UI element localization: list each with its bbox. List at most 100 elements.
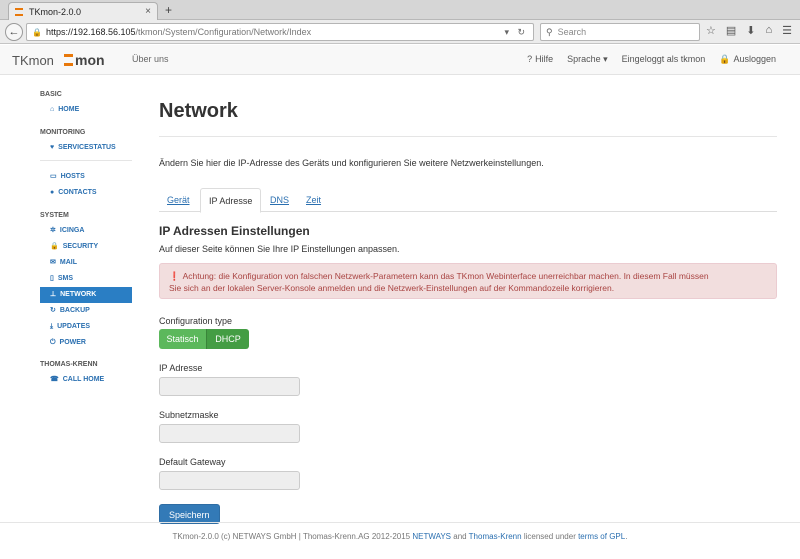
ip-address-label: IP Adresse [159, 363, 203, 373]
new-tab-button[interactable]: + [165, 3, 172, 17]
help-icon: ? [527, 54, 533, 64]
alert-text-2: Sie sich an der lokalen Server-Konsole a… [169, 283, 615, 293]
ip-address-input[interactable] [159, 377, 300, 396]
sidebar-item-icinga[interactable]: ✲ ICINGA [40, 223, 132, 239]
reading-list-icon[interactable]: ▤ [726, 24, 736, 37]
option-statisch[interactable]: Statisch [159, 329, 206, 349]
sidebar-section-thomas-krenn: THOMAS-KRENN [40, 361, 98, 368]
sidebar-item-mail[interactable]: ✉ MAIL [40, 255, 132, 271]
download-icon[interactable]: ⬇ [746, 24, 755, 37]
tab-bar: Gerät IP Adresse DNS Zeit [159, 188, 777, 213]
about-link[interactable]: Über uns [132, 54, 169, 64]
sidebar-item-call-home[interactable]: ☎ CALL HOME [40, 372, 132, 388]
user-icon: ● [50, 189, 55, 196]
page-title: Network [159, 100, 238, 122]
tab-dns[interactable]: DNS [262, 188, 297, 212]
sidebar-item-updates[interactable]: ⤓ UPDATES [40, 319, 132, 335]
download-icon: ⤓ [50, 323, 54, 330]
heart-icon: ♥ [50, 144, 55, 151]
footer-text: and [451, 532, 469, 541]
lock-icon: 🔒 [32, 27, 42, 37]
help-label: Hilfe [535, 54, 554, 64]
tab-zeit[interactable]: Zeit [298, 188, 329, 212]
lock-icon: 🔒 [719, 54, 731, 64]
tkmon-logo: mon [64, 52, 105, 68]
sidebar-item-security[interactable]: 🔒 SECURITY [40, 239, 132, 255]
sidebar-item-contacts[interactable]: ● CONTACTS [40, 185, 132, 201]
footer-link-thomas-krenn[interactable]: Thomas-Krenn [469, 532, 522, 541]
config-type-toggle[interactable]: Statisch DHCP [159, 329, 249, 349]
sidebar-item-hosts[interactable]: ▭ HOSTS [40, 169, 132, 185]
main-content: Network Ändern Sie hier die IP-Adresse d… [159, 96, 777, 524]
help-link[interactable]: ? Hilfe [527, 54, 553, 65]
footer-link-netways[interactable]: NETWAYS [412, 532, 451, 541]
sidebar-item-backup[interactable]: ↻ BACKUP [40, 303, 132, 319]
sidebar-item-label: SERVICESTATUS [58, 144, 116, 151]
tab-close-icon[interactable]: × [145, 6, 151, 17]
envelope-icon: ✉ [50, 259, 56, 266]
footer-link-gpl[interactable]: terms of GPL [578, 532, 625, 541]
phone-icon: ▯ [50, 275, 54, 282]
option-dhcp[interactable]: DHCP [206, 329, 249, 349]
exclamation-icon: ❗ [169, 271, 180, 281]
reload-icon[interactable]: ▾ ↻ [504, 27, 528, 38]
search-icon: ⚲ [546, 26, 553, 37]
alert-text-1: Achtung: die Konfiguration von falschen … [182, 271, 709, 281]
url-host: https://192.168.56.105 [45, 27, 136, 37]
intro-text: Ändern Sie hier die IP-Adresse des Gerät… [159, 158, 544, 168]
sidebar-section-basic: BASIC [40, 91, 62, 98]
tab-ip-adresse[interactable]: IP Adresse [200, 188, 262, 213]
logged-in-label: Eingeloggt als tkmon [621, 54, 706, 64]
sidebar-item-sms[interactable]: ▯ SMS [40, 271, 132, 287]
section-heading: IP Adressen Einstellungen [159, 224, 310, 238]
sidebar-item-home[interactable]: ⌂ HOME [40, 102, 132, 118]
footer-text: TKmon-2.0.0 (c) NETWAYS GmbH | Thomas-Kr… [172, 532, 413, 541]
sidebar-item-label: CALL HOME [62, 376, 105, 383]
lock-icon: 🔒 [50, 243, 59, 250]
sidebar-item-power[interactable]: ⏻ POWER [40, 335, 132, 351]
sidebar-item-servicestatus[interactable]: ♥ SERVICESTATUS [40, 140, 132, 156]
brand-name[interactable]: TKmon [12, 53, 54, 68]
sidebar: BASIC ⌂ HOME MONITORING ♥ SERVICESTATUS ▭ H… [40, 88, 132, 388]
sidebar-item-label: MAIL [59, 259, 77, 266]
sidebar-item-label: NETWORK [60, 291, 97, 298]
sidebar-item-network[interactable]: ⊥ NETWORK [40, 287, 132, 303]
footer-text: licensed under [521, 532, 579, 541]
app-header: TKmon mon Über uns ? Hilfe Sprache ▾ Eing… [0, 45, 800, 75]
browser-toolbar-icons: ☆ ▤ ⬇ ⌂ ☰ [706, 24, 792, 37]
header-right-menu: ? Hilfe Sprache ▾ Eingeloggt als tkmon 🔒 A… [527, 54, 776, 65]
sidebar-item-label: SMS [57, 275, 74, 282]
sidebar-section-system: SYSTEM [40, 212, 69, 219]
browser-tab-bar: TKmon-2.0.0 × + [0, 0, 800, 20]
url-bar[interactable]: 🔒 https://192.168.56.105 /tkmon/System/C… [26, 23, 534, 41]
default-gateway-input[interactable] [159, 471, 300, 490]
default-gateway-label: Default Gateway [159, 457, 226, 467]
alert-line-1: ❗ Achtung: die Konfiguration von falschen… [169, 270, 767, 282]
tab-title: TKmon-2.0.0 [29, 6, 82, 17]
back-button[interactable]: ← [5, 23, 23, 41]
monitor-icon: ▭ [50, 173, 57, 180]
footer: TKmon-2.0.0 (c) NETWAYS GmbH | Thomas-Kr… [0, 522, 800, 559]
sidebar-item-label: POWER [59, 339, 86, 346]
footer-text: . [625, 532, 628, 541]
sidebar-item-label: ICINGA [59, 227, 85, 234]
config-type-label: Configuration type [159, 316, 233, 326]
home-icon: ⌂ [50, 106, 55, 113]
logo-bracket-icon [64, 54, 73, 66]
language-dropdown[interactable]: Sprache ▾ [567, 54, 608, 65]
subnet-mask-input[interactable] [159, 424, 300, 443]
refresh-icon: ↻ [50, 307, 56, 314]
bookmark-star-icon[interactable]: ☆ [706, 24, 716, 37]
home-icon[interactable]: ⌂ [766, 24, 773, 37]
logout-label: Ausloggen [733, 54, 776, 64]
favicon-icon [15, 7, 23, 16]
browser-tab[interactable]: TKmon-2.0.0 × [8, 2, 158, 20]
save-button[interactable]: Speichern [159, 504, 220, 524]
sidebar-item-label: HOME [58, 106, 80, 113]
phone-call-icon: ☎ [50, 376, 59, 383]
search-input[interactable]: ⚲ Search [540, 23, 700, 41]
menu-icon[interactable]: ☰ [782, 24, 792, 37]
warning-alert: ❗ Achtung: die Konfiguration von falschen… [159, 263, 777, 299]
tab-geraet[interactable]: Gerät [159, 188, 198, 212]
logout-link[interactable]: 🔒 Ausloggen [719, 54, 776, 65]
